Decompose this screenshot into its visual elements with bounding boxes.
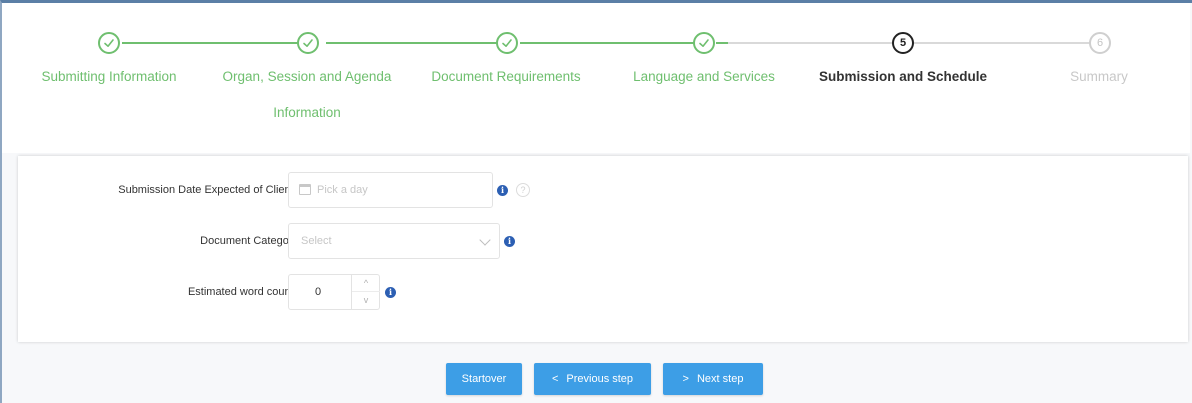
- next-step-button[interactable]: > Next step: [663, 363, 763, 395]
- previous-step-button[interactable]: < Previous step: [534, 363, 651, 395]
- step-connector-2: [326, 42, 510, 44]
- chevron-right-icon: >: [682, 373, 689, 385]
- step-1-label[interactable]: Submitting Information: [9, 63, 209, 91]
- document-category-label: Document Category: [200, 235, 298, 247]
- word-count-label: Estimated word count*: [187, 286, 298, 298]
- step-2-label[interactable]: Organ, Session and Agenda Information: [207, 63, 407, 127]
- word-count-value[interactable]: 0: [315, 275, 321, 309]
- schedule-form-card: Submission Date Expected of Client* Pick…: [18, 156, 1188, 342]
- word-count-arrows: ^ v: [351, 275, 380, 309]
- document-category-placeholder: Select: [301, 235, 332, 247]
- step-6-number[interactable]: 6: [1089, 32, 1111, 54]
- submission-date-picker[interactable]: Pick a day: [288, 172, 493, 208]
- step-connector-1: [122, 42, 306, 44]
- word-count-stepper[interactable]: 0 ^ v: [288, 274, 380, 310]
- step-connector-4a: [716, 42, 728, 44]
- word-count-info-icon[interactable]: i: [385, 287, 396, 298]
- step-4-label[interactable]: Language and Services: [604, 63, 804, 91]
- step-connector-4b: [728, 42, 898, 44]
- step-3-check-icon[interactable]: [496, 32, 518, 54]
- chevron-down-icon: [479, 234, 491, 246]
- step-2-check-icon[interactable]: [297, 32, 319, 54]
- submission-date-label: Submission Date Expected of Client*: [118, 184, 298, 196]
- document-category-info-icon[interactable]: i: [504, 236, 515, 247]
- step-connector-5: [912, 42, 1094, 44]
- document-category-select[interactable]: Select: [288, 223, 500, 259]
- previous-step-label: Previous step: [566, 373, 634, 385]
- startover-label: Startover: [461, 373, 507, 385]
- word-count-row: Estimated word count* 0 ^ v i: [18, 274, 1188, 310]
- submission-date-help-icon[interactable]: ?: [516, 183, 530, 197]
- step-5-number[interactable]: 5: [892, 32, 914, 54]
- step-6-label[interactable]: Summary: [999, 63, 1192, 91]
- increment-icon[interactable]: ^: [352, 275, 380, 292]
- progress-stepper: Submitting Information Organ, Session an…: [2, 3, 1190, 153]
- step-connector-3: [520, 42, 704, 44]
- submission-date-placeholder: Pick a day: [317, 184, 368, 196]
- calendar-icon: [299, 184, 311, 195]
- decrement-icon[interactable]: v: [352, 292, 380, 309]
- document-category-row: Document Category Select i: [18, 223, 1188, 259]
- startover-button[interactable]: Startover: [446, 363, 522, 395]
- chevron-left-icon: <: [551, 373, 559, 385]
- step-1-check-icon[interactable]: [98, 32, 120, 54]
- next-step-label: Next step: [696, 373, 744, 385]
- step-3-label[interactable]: Document Requirements: [406, 63, 606, 91]
- step-4-check-icon[interactable]: [693, 32, 715, 54]
- step-5-label[interactable]: Submission and Schedule: [803, 63, 1003, 91]
- submission-date-info-icon[interactable]: i: [497, 185, 508, 196]
- submission-date-row: Submission Date Expected of Client* Pick…: [18, 172, 1188, 208]
